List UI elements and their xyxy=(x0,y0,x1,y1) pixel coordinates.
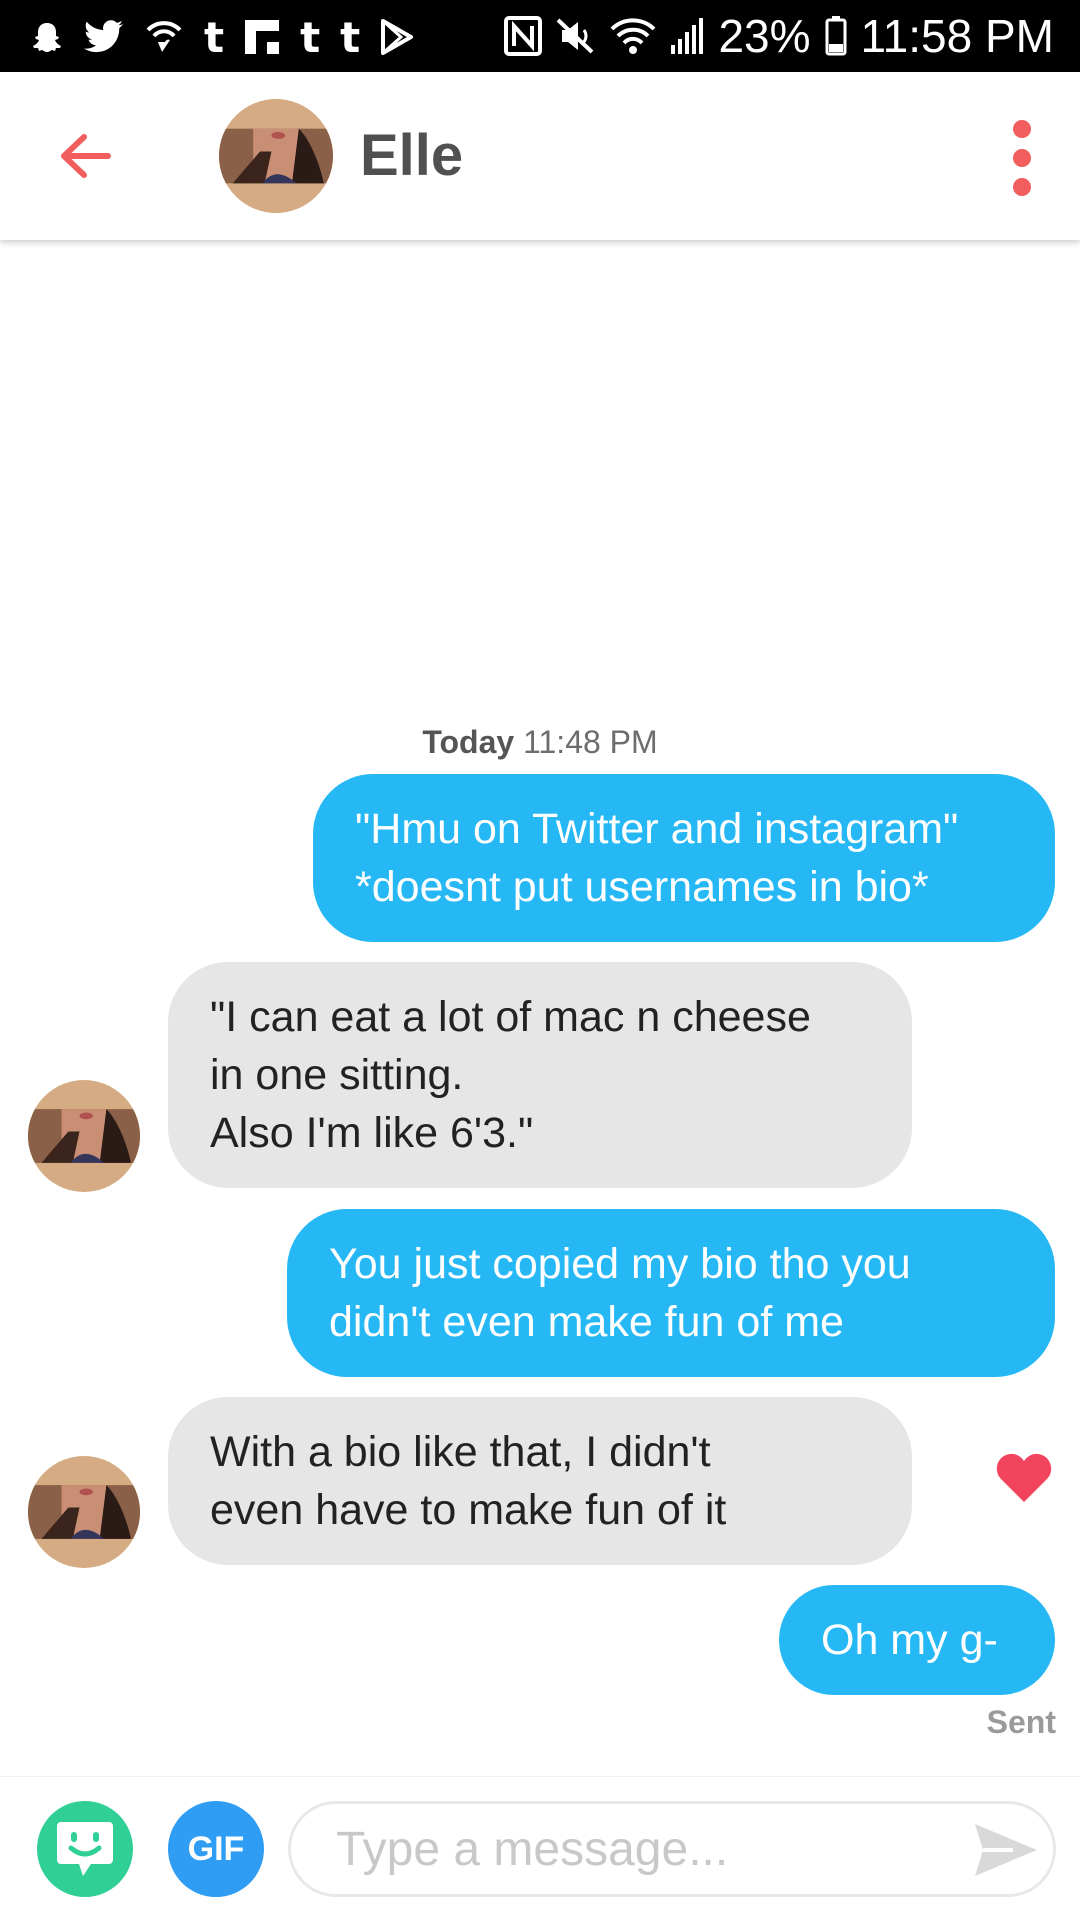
sticker-face-icon xyxy=(57,1822,113,1876)
sticker-button[interactable] xyxy=(37,1801,133,1897)
sender-avatar[interactable] xyxy=(28,1080,140,1192)
profile-photo xyxy=(28,1456,140,1568)
conversation-timestamp: Today 11:48 PM xyxy=(0,724,1080,761)
snapchat-icon xyxy=(30,14,64,60)
wifi-icon xyxy=(610,13,656,59)
chat-header: Elle xyxy=(0,72,1080,240)
message-bubble-outgoing[interactable]: You just copied my bio tho you didn't ev… xyxy=(287,1209,1055,1377)
message-input[interactable] xyxy=(336,1818,936,1880)
battery-percent: 23% xyxy=(718,10,811,62)
delivery-status: Sent xyxy=(986,1704,1056,1740)
gif-button[interactable]: GIF xyxy=(168,1801,264,1897)
back-arrow-icon xyxy=(61,134,111,178)
play-store-icon xyxy=(380,14,414,60)
timestamp-date: Today xyxy=(422,724,515,760)
message-bubble-incoming[interactable]: With a bio like that, I didn't even have… xyxy=(168,1397,912,1565)
message-input-bar: GIF xyxy=(0,1776,1080,1920)
battery-icon xyxy=(825,13,847,59)
status-bar: t t t 23% 11:58 PM xyxy=(0,0,1080,72)
signal-icon xyxy=(670,13,704,59)
tumblr-icon: t xyxy=(340,12,361,62)
send-button[interactable] xyxy=(973,1820,1039,1880)
mute-icon xyxy=(556,13,596,59)
timestamp-time: 11:48 PM xyxy=(523,724,658,760)
more-options-button[interactable] xyxy=(992,116,1052,200)
notification-icons: t t t xyxy=(30,12,414,62)
message-bubble-incoming[interactable]: "I can eat a lot of mac n cheese in one … xyxy=(168,962,912,1188)
clock: 11:58 PM xyxy=(860,10,1054,62)
menu-dot-icon xyxy=(1013,120,1031,138)
sender-avatar[interactable] xyxy=(28,1456,140,1568)
tumblr-icon: t xyxy=(204,12,225,62)
back-button[interactable] xyxy=(40,116,130,196)
flipboard-icon xyxy=(244,14,280,60)
menu-dot-icon xyxy=(1013,149,1031,167)
profile-photo xyxy=(28,1080,140,1192)
menu-dot-icon xyxy=(1013,178,1031,196)
wifi-call-icon xyxy=(144,14,184,60)
contact-name[interactable]: Elle xyxy=(360,122,463,189)
message-field[interactable] xyxy=(288,1801,1056,1897)
tumblr-icon: t xyxy=(300,12,321,62)
system-icons: 23% 11:58 PM xyxy=(504,10,1054,62)
message-bubble-outgoing[interactable]: "Hmu on Twitter and instagram" *doesnt p… xyxy=(313,774,1055,942)
profile-photo xyxy=(219,99,333,213)
contact-avatar[interactable] xyxy=(219,99,333,213)
message-bubble-outgoing[interactable]: Oh my g- xyxy=(779,1585,1055,1695)
twitter-icon xyxy=(84,14,124,60)
nfc-icon xyxy=(504,13,543,59)
send-icon xyxy=(975,1824,1037,1876)
like-heart-icon[interactable] xyxy=(996,1452,1052,1504)
